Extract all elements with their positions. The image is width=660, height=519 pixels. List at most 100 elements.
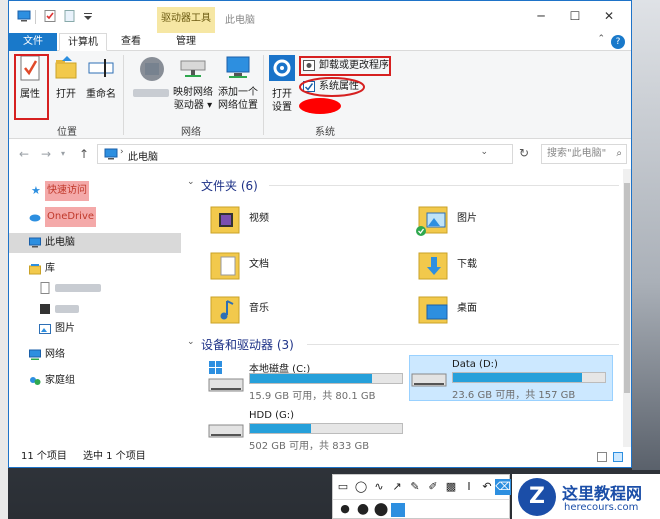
collapse-chevron-icon[interactable]: ⌄ xyxy=(187,177,195,187)
open-settings-button[interactable]: 打开 设置 xyxy=(267,55,297,117)
network-group-label: 网络 xyxy=(181,127,201,138)
arrow-tool-icon[interactable]: ↗ xyxy=(389,479,405,495)
videos-folder-icon xyxy=(210,206,240,234)
recent-locations-icon[interactable]: ▾ xyxy=(61,149,65,158)
undo-tool-icon[interactable]: ↶ xyxy=(479,479,495,495)
maximize-button[interactable]: ☐ xyxy=(561,7,589,27)
tab-view[interactable]: 查看 xyxy=(111,33,151,51)
details-view-icon[interactable] xyxy=(597,452,607,462)
drive-name: HDD (G:) xyxy=(249,410,295,421)
drive-c[interactable]: 本地磁盘 (C:) 15.9 GB 可用，共 80.1 GB xyxy=(207,357,411,403)
rectangle-tool-icon[interactable]: ▭ xyxy=(335,479,351,495)
ellipse-tool-icon[interactable]: ◯ xyxy=(353,479,369,495)
folder-music[interactable]: 音乐 xyxy=(203,289,383,329)
folder-desktop[interactable]: 桌面 xyxy=(411,289,591,329)
desktop-folder-icon xyxy=(418,296,448,324)
windows-drive-icon xyxy=(208,361,244,392)
computer-icon[interactable] xyxy=(17,10,31,22)
collapse-chevron-icon[interactable]: ⌄ xyxy=(187,337,195,347)
folder-downloads[interactable]: 下载 xyxy=(411,245,591,285)
color-swatch[interactable] xyxy=(391,503,405,517)
watermark-url: herecours.com xyxy=(564,502,639,513)
document-icon xyxy=(40,282,50,294)
title-bar: 驱动器工具 此电脑 ─ ☐ ✕ xyxy=(9,1,631,33)
up-arrow-icon[interactable]: ↑ xyxy=(79,147,89,161)
mosaic-tool-icon[interactable]: ▩ xyxy=(443,479,459,495)
music-folder-icon xyxy=(210,296,240,324)
computer-icon xyxy=(104,148,118,160)
nav-item-homegroup[interactable]: 家庭组 xyxy=(9,371,181,391)
properties-check-icon[interactable] xyxy=(43,10,57,22)
folder-documents[interactable]: 文档 xyxy=(203,245,383,285)
search-input[interactable]: 搜索"此电脑" ⌕ xyxy=(541,144,627,164)
pen-tool-icon[interactable]: ✎ xyxy=(407,479,423,495)
nav-item-libraries[interactable]: 库 xyxy=(9,259,181,279)
tab-manage[interactable]: 管理 xyxy=(163,33,209,51)
size-medium-icon[interactable]: ● xyxy=(355,501,371,517)
blurred-label xyxy=(55,284,101,292)
help-icon[interactable]: ? xyxy=(611,35,625,49)
address-field[interactable]: › 此电脑 ⌄ xyxy=(97,144,513,164)
window-title: 此电脑 xyxy=(225,15,255,26)
address-path: 此电脑 xyxy=(128,152,158,163)
map-network-drive-button[interactable]: 映射网络 驱动器 ▾ xyxy=(171,55,215,117)
refresh-icon[interactable]: ↻ xyxy=(519,146,529,160)
marker-tool-icon[interactable]: ✐ xyxy=(425,479,441,495)
network-location-icon xyxy=(226,56,250,78)
add-network-location-label-2: 网络位置 xyxy=(218,100,258,111)
drive-d[interactable]: Data (D:) 23.6 GB 可用，共 157 GB xyxy=(409,355,613,401)
rename-button[interactable]: 重命名 xyxy=(83,55,119,117)
file-explorer-window: 驱动器工具 此电脑 ─ ☐ ✕ 文件 计算机 查看 管理 ⌃ ? 属性 打开 重… xyxy=(8,0,632,468)
nav-item-this-pc[interactable]: 此电脑 xyxy=(9,233,181,253)
back-arrow-icon[interactable]: ← xyxy=(19,147,29,161)
tab-file[interactable]: 文件 xyxy=(9,33,57,51)
forward-arrow-icon[interactable]: → xyxy=(41,147,51,161)
drive-size: 15.9 GB 可用，共 80.1 GB xyxy=(249,391,376,402)
close-button[interactable]: ✕ xyxy=(595,7,623,27)
customize-quick-access-icon[interactable] xyxy=(81,10,95,22)
open-folder-icon xyxy=(55,56,77,79)
ribbon-tabs: 文件 计算机 查看 管理 ⌃ ? xyxy=(9,33,631,51)
nav-item-pictures[interactable]: 图片 xyxy=(9,319,181,339)
desktop-background xyxy=(632,0,660,470)
drive-name: Data (D:) xyxy=(452,359,498,370)
pictures-folder-icon xyxy=(416,206,448,236)
eraser-tool-icon[interactable]: ⌫ xyxy=(495,479,511,495)
breadcrumb-chevron-icon[interactable]: › xyxy=(120,147,124,157)
settings-gear-icon xyxy=(269,55,295,81)
new-folder-icon[interactable] xyxy=(63,10,77,22)
scrollbar-thumb[interactable] xyxy=(624,183,630,393)
size-large-icon[interactable]: ● xyxy=(373,501,389,518)
open-settings-label-1: 打开 xyxy=(272,89,292,100)
drives-section-title[interactable]: 设备和驱动器 (3) xyxy=(201,336,294,353)
open-button[interactable]: 打开 xyxy=(51,55,81,117)
address-history-chevron-icon[interactable]: ⌄ xyxy=(480,147,488,157)
drive-tools-context-tab[interactable]: 驱动器工具 xyxy=(157,7,215,33)
drive-usage-fill xyxy=(453,373,583,382)
size-small-icon[interactable]: ● xyxy=(337,501,353,517)
nav-item-network[interactable]: 网络 xyxy=(9,345,181,365)
nav-item-quick-access[interactable]: ★ 快速访问 xyxy=(9,181,181,201)
large-icons-view-icon[interactable] xyxy=(613,452,623,462)
tab-computer[interactable]: 计算机 xyxy=(59,33,107,51)
rename-label: 重命名 xyxy=(86,89,116,100)
text-tool-icon[interactable]: I xyxy=(461,479,477,495)
ribbon-collapse-icon[interactable]: ⌃ xyxy=(597,34,605,44)
folders-section-title[interactable]: 文件夹 (6) xyxy=(201,177,258,194)
line-tool-icon[interactable]: ∿ xyxy=(371,479,387,495)
vertical-scrollbar[interactable] xyxy=(623,169,631,447)
section-divider xyxy=(269,185,619,186)
nav-item-onedrive[interactable]: OneDrive xyxy=(9,207,181,227)
minimize-button[interactable]: ─ xyxy=(527,7,555,27)
item-count: 11 个项目 xyxy=(21,451,67,462)
rename-icon xyxy=(88,59,114,77)
pictures-icon xyxy=(39,324,51,334)
network-label: 网络 xyxy=(45,349,65,360)
folder-videos[interactable]: 视频 xyxy=(203,199,383,239)
watermark-name: 这里教程网 xyxy=(562,484,643,503)
folder-pictures[interactable]: 图片 xyxy=(411,199,591,239)
onedrive-cloud-icon xyxy=(29,214,41,222)
toolbar-divider xyxy=(333,499,509,500)
add-network-location-button[interactable]: 添加一个 网络位置 xyxy=(215,55,261,117)
search-icon: ⌕ xyxy=(616,148,622,159)
